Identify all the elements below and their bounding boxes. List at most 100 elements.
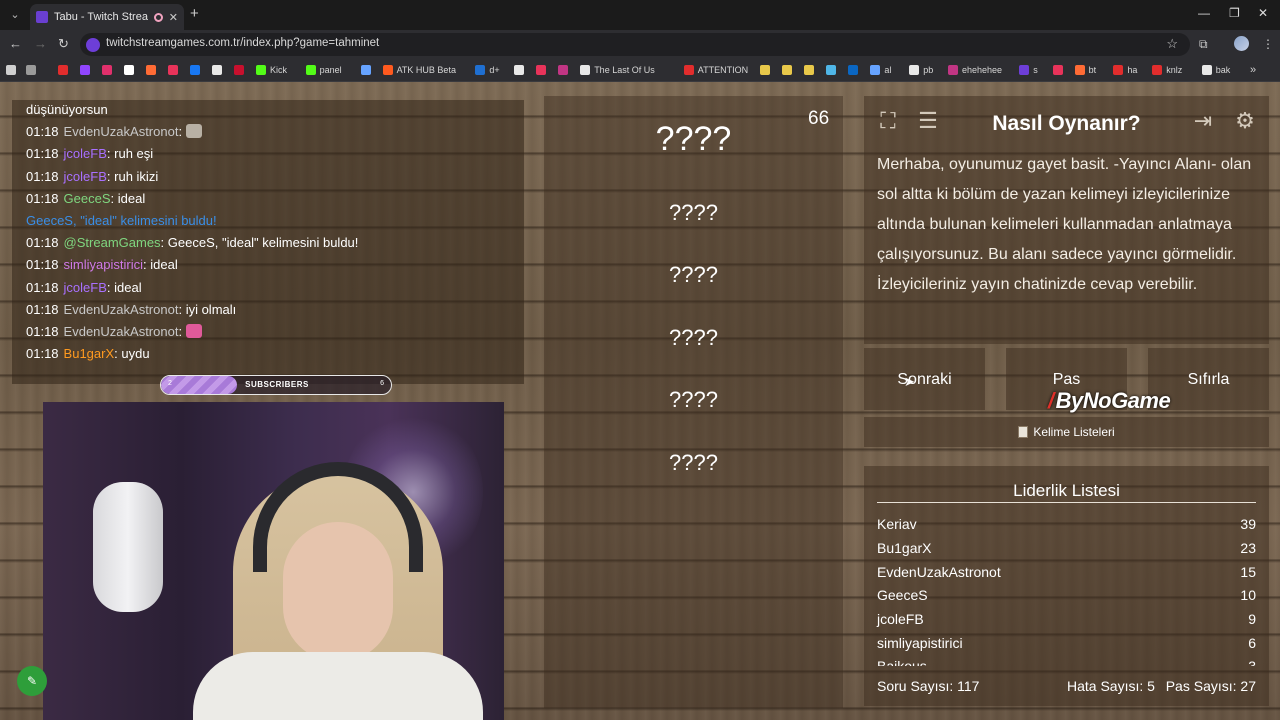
bookmark-item[interactable]: [190, 63, 200, 77]
apps-icon[interactable]: [6, 63, 16, 77]
tab-search-icon[interactable]: ⌄: [6, 6, 24, 24]
bookmarks-overflow-icon[interactable]: »: [1250, 63, 1256, 77]
bookmark-favicon-icon: [475, 65, 486, 75]
chat-timestamp: 01:18: [26, 301, 59, 317]
chat-username[interactable]: EvdenUzakAstronot: [64, 124, 179, 139]
bookmark-item[interactable]: [80, 63, 90, 77]
bookmark-favicon-icon: [870, 65, 881, 75]
bookmark-item[interactable]: knlz: [1152, 63, 1182, 77]
chat-text: ruh ikizi: [114, 168, 159, 184]
bookmark-item[interactable]: al: [870, 63, 891, 77]
back-icon[interactable]: ←: [9, 36, 22, 52]
settings-gear-icon[interactable]: ⚙: [1230, 106, 1260, 136]
chat-username[interactable]: jcoleFB: [64, 146, 107, 161]
chat-emote-icon: [185, 324, 202, 338]
bookmark-item[interactable]: [826, 63, 837, 77]
bookmark-item[interactable]: The Last Of Us: [580, 63, 655, 77]
bookmark-item[interactable]: ehehehee: [948, 63, 1002, 77]
chat-message: 01:18 EvdenUzakAstronot:: [26, 324, 202, 339]
reload-icon[interactable]: ↻: [58, 36, 69, 52]
next-button[interactable]: Sonraki: [864, 348, 985, 410]
bookmark-item[interactable]: Kick: [256, 63, 287, 77]
chat-username[interactable]: GeeceS: [64, 191, 111, 206]
bookmark-item[interactable]: bak: [1201, 63, 1230, 77]
player-score: 9: [1248, 611, 1256, 627]
minimize-icon[interactable]: —: [1198, 6, 1210, 20]
chat-username[interactable]: @StreamGames: [64, 235, 161, 250]
pin-icon[interactable]: ✎: [17, 666, 47, 696]
bookmark-item[interactable]: ATTENTION: [683, 63, 748, 77]
leaderboard-row-partial: Baikous 3: [877, 654, 1256, 666]
chat-text: uydu: [121, 346, 150, 362]
bookmark-item[interactable]: [514, 63, 525, 77]
bookmark-item[interactable]: [804, 63, 815, 77]
forward-icon[interactable]: →: [34, 36, 47, 52]
chat-username[interactable]: simliyapistirici: [64, 257, 143, 272]
bookmark-item[interactable]: [58, 63, 68, 77]
bookmark-star-icon[interactable]: ☆: [1166, 36, 1178, 52]
bookmark-item[interactable]: panel: [305, 63, 342, 77]
grid-icon[interactable]: [26, 63, 36, 77]
error-count: Hata Sayısı: 5: [1067, 678, 1155, 694]
bookmark-item[interactable]: [760, 63, 771, 77]
bookmark-item[interactable]: [124, 63, 134, 77]
bookmark-favicon-icon: [102, 65, 112, 75]
bookmark-item[interactable]: [782, 63, 793, 77]
chat-username[interactable]: jcoleFB: [64, 280, 107, 295]
bookmark-item[interactable]: [146, 63, 156, 77]
bookmark-item[interactable]: [212, 63, 222, 77]
bookmark-item[interactable]: [536, 63, 547, 77]
player-name: GeeceS: [877, 587, 928, 603]
window-close-icon[interactable]: ✕: [1258, 6, 1268, 20]
bookmark-item[interactable]: ha: [1113, 63, 1137, 77]
chat-separator: :: [178, 324, 186, 339]
browser-toolbar: ← → ↻ twitchstreamgames.com.tr/index.php…: [0, 30, 1280, 58]
address-bar[interactable]: twitchstreamgames.com.tr/index.php?game=…: [80, 33, 1190, 56]
restore-icon[interactable]: ❐: [1229, 6, 1240, 20]
tab-favicon: [36, 11, 48, 23]
browser-menu-icon[interactable]: ⋮: [1262, 37, 1274, 51]
chat-username[interactable]: jcoleFB: [64, 169, 107, 184]
word-lists-button[interactable]: Kelime Listeleri: [864, 417, 1269, 447]
bookmark-item[interactable]: [168, 63, 178, 77]
bookmark-item[interactable]: [558, 63, 569, 77]
chat-timestamp: 01:18: [26, 168, 59, 184]
player-name: EvdenUzakAstronot: [877, 564, 1001, 580]
new-tab-button[interactable]: +: [190, 6, 199, 22]
how-to-play-text: Merhaba, oyunumuz gayet basit. -Yayıncı …: [877, 156, 1252, 293]
bookmark-item[interactable]: [848, 63, 859, 77]
chat-username[interactable]: EvdenUzakAstronot: [64, 302, 179, 317]
chat-timestamp: 01:18: [26, 279, 59, 295]
word-lists-label: Kelime Listeleri: [1033, 425, 1115, 439]
bookmark-item[interactable]: bt: [1074, 63, 1096, 77]
bookmark-favicon-icon: [909, 65, 920, 75]
bookmark-favicon-icon: [948, 65, 958, 75]
tab-close-icon[interactable]: ✕: [169, 11, 178, 24]
chat-message: GeeceS, "ideal" kelimesini buldu!: [26, 213, 217, 228]
pass-count: Pas Sayısı: 27: [1165, 678, 1256, 694]
bookmark-label: s: [1033, 65, 1038, 75]
chat-username[interactable]: GeeceS, "ideal" kelimesini buldu!: [26, 213, 217, 228]
bookmark-item[interactable]: s: [1019, 63, 1038, 77]
logout-icon[interactable]: ⇥: [1188, 106, 1218, 136]
browser-tab[interactable]: Tabu - Twitch Stream Games ✕: [30, 4, 184, 30]
extensions-icon[interactable]: ⧉: [1199, 37, 1208, 52]
bookmark-item[interactable]: pb: [909, 63, 933, 77]
bookmark-item[interactable]: [234, 63, 244, 77]
bookmark-label: The Last Of Us: [594, 65, 655, 75]
bookmark-item[interactable]: ATK HUB Beta: [382, 63, 456, 77]
bookmark-favicon-icon: [760, 65, 771, 75]
profile-avatar[interactable]: [1234, 36, 1249, 51]
bookmark-item[interactable]: d+: [475, 63, 500, 77]
site-info-icon[interactable]: [86, 38, 100, 52]
bookmark-favicon-icon: [1019, 65, 1030, 75]
bookmark-item[interactable]: [102, 63, 112, 77]
bookmark-item[interactable]: [1052, 63, 1063, 77]
chat-username[interactable]: Bu1garX: [64, 346, 115, 361]
chat-username[interactable]: EvdenUzakAstronot: [64, 324, 179, 339]
chat-timestamp: 01:18: [26, 346, 59, 362]
player-name: Baikous: [877, 658, 927, 666]
player-score: 39: [1240, 516, 1256, 532]
chat-text: ruh eşi: [114, 146, 154, 162]
bookmark-item[interactable]: [360, 63, 371, 77]
